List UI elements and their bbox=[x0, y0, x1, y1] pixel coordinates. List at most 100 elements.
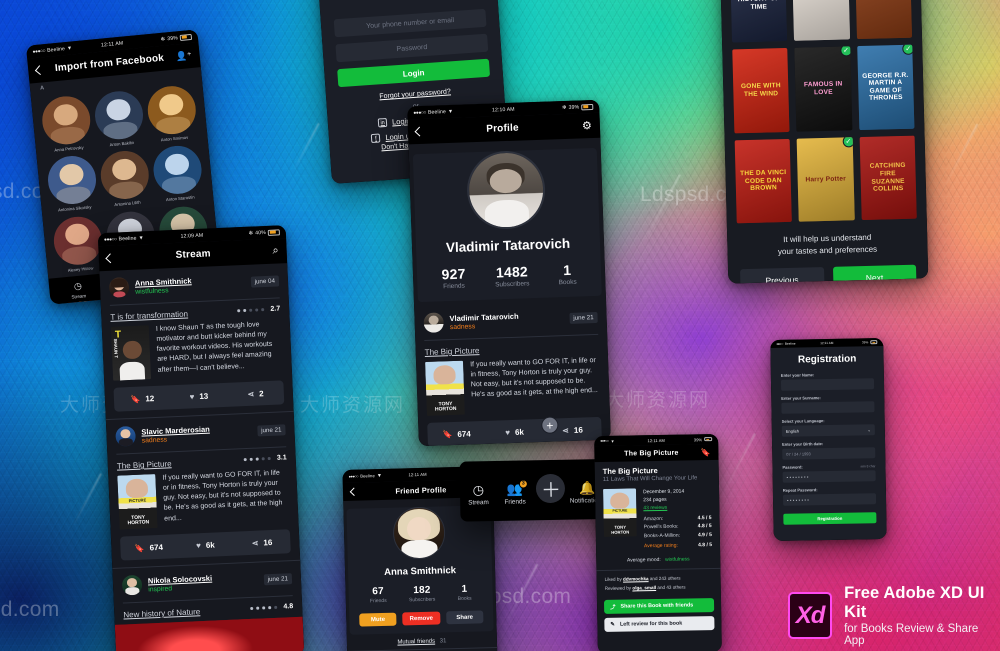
tab-stream[interactable]: ◷ Stream bbox=[63, 281, 94, 301]
avatar[interactable] bbox=[465, 149, 547, 231]
stat-value: 927 bbox=[441, 265, 466, 283]
book-meta: PICTURE TONY HORTON December 9, 2014 234 … bbox=[595, 481, 720, 551]
bookmark-action[interactable]: 🔖 674 bbox=[427, 428, 485, 439]
post-book-title[interactable]: New history of Nature bbox=[123, 607, 200, 619]
friend-item[interactable]: Antonina Sikorsky bbox=[45, 154, 99, 214]
avatar[interactable] bbox=[45, 154, 99, 207]
avatar[interactable] bbox=[115, 425, 137, 447]
phone-stream: ●●●○○ Beeline ▼ 12:09 AM ✻ 40% Stream ⌕ bbox=[97, 225, 305, 651]
bookmark-action[interactable]: 🔖 12 bbox=[114, 393, 171, 404]
friend-item[interactable]: ✓ Antonina Lilith bbox=[98, 149, 152, 209]
book-card[interactable]: GEORGE R.R. MARTIN A GAME OF THRONES ✓ bbox=[856, 44, 915, 130]
friend-item[interactable]: ✓ Alexey Hitrow bbox=[51, 214, 105, 274]
stream-post: Slavic Marderosian sadness june 21 The B… bbox=[106, 412, 300, 568]
add-person-icon[interactable]: 👤⁺ bbox=[175, 50, 192, 62]
book-cover[interactable]: TONY HORTON bbox=[425, 360, 465, 416]
book-card[interactable]: FAMOUS IN LOVE ✓ bbox=[794, 46, 853, 132]
book-card[interactable]: CATCHING FIRE SUZANNE COLLINS bbox=[859, 135, 917, 221]
avatar[interactable]: ✓ bbox=[98, 149, 151, 202]
book-cover[interactable]: PICTURE TONY HORTON bbox=[117, 474, 158, 530]
bookmark-icon: 🔖 bbox=[130, 394, 141, 404]
book-cover[interactable]: T SHAUN T bbox=[110, 325, 152, 381]
post-excerpt: I know Shaun T as the tough love motivat… bbox=[155, 321, 273, 374]
post-date: june 21 bbox=[569, 311, 598, 324]
add-plus-button[interactable]: ＋ bbox=[536, 473, 566, 504]
phone-or-email-field[interactable]: Your phone number or email bbox=[333, 8, 487, 38]
book-header: The Big Picture 11 Laws That Will Change… bbox=[595, 460, 719, 483]
avatar[interactable] bbox=[121, 574, 143, 596]
checkmark-icon: ✓ bbox=[902, 44, 915, 55]
stat-value: 1 bbox=[562, 261, 572, 279]
stat-value: 1 bbox=[461, 583, 468, 595]
bookmark-action[interactable]: 🔖 674 bbox=[120, 542, 177, 553]
brand-subtitle: for Books Review & Share App bbox=[844, 623, 979, 647]
friend-item[interactable]: ✓ Anton Smirnov bbox=[145, 83, 199, 144]
friend-item[interactable]: Anton Bakilin bbox=[92, 89, 146, 149]
password-field[interactable]: Password bbox=[335, 33, 489, 63]
share-action[interactable]: ⋖ 2 bbox=[227, 388, 284, 399]
post-book-title[interactable]: The Big Picture bbox=[425, 342, 599, 357]
wifi-icon: ▼ bbox=[447, 108, 454, 115]
reviewed-user-link[interactable]: olga_small bbox=[632, 585, 656, 590]
book-cover[interactable]: PICTURE TONY HORTON bbox=[603, 488, 637, 537]
surname-field[interactable] bbox=[781, 401, 875, 414]
tab-stream[interactable]: ◷ Stream bbox=[463, 482, 493, 507]
avatar[interactable]: ✓ bbox=[145, 83, 198, 137]
password-label: Password: bbox=[782, 464, 803, 470]
stat-label: Subscribers bbox=[495, 280, 530, 289]
mute-button[interactable]: Mute bbox=[359, 612, 397, 627]
search-icon[interactable]: ⌕ bbox=[272, 244, 279, 257]
book-card[interactable]: THE DA VINCI CODE DAN BROWN bbox=[734, 138, 793, 224]
stat-label: Books bbox=[457, 595, 472, 603]
review-icon: ✎ bbox=[610, 622, 615, 629]
login-button[interactable]: Login bbox=[337, 58, 491, 88]
watermark-cn: 大师资源网 bbox=[605, 389, 711, 411]
avatar[interactable] bbox=[392, 506, 446, 560]
previous-button[interactable]: Previous bbox=[740, 267, 825, 284]
heart-icon: ♥ bbox=[189, 391, 195, 401]
avatar[interactable]: ✓ bbox=[40, 94, 93, 147]
xd-logo-icon: Xd bbox=[788, 592, 833, 639]
like-action[interactable]: ♥ 13 bbox=[170, 390, 227, 401]
rating: 2.7 bbox=[237, 305, 280, 314]
tab-friends[interactable]: 👥 3 Friends bbox=[500, 478, 530, 506]
liked-user-link[interactable]: ddvmochka bbox=[623, 576, 649, 581]
friend-item[interactable]: ✓ Anna Petrovsky bbox=[40, 94, 93, 154]
bluetooth-icon: ✻ bbox=[248, 230, 254, 237]
phone-registration: ●●●○○ Beeline 12:11 AM 39% Registration … bbox=[770, 338, 887, 541]
name-label: Enter your Name: bbox=[780, 372, 815, 378]
book-card[interactable] bbox=[792, 0, 850, 41]
share-book-button[interactable]: ⤴ Share this Book with friends bbox=[603, 598, 715, 615]
share-action[interactable]: ⋖ 16 bbox=[234, 537, 291, 548]
share-button[interactable]: Share bbox=[445, 610, 484, 625]
book-title: FAMOUS IN LOVE bbox=[803, 80, 843, 96]
registration-submit-button[interactable]: Registration bbox=[783, 512, 877, 525]
post-book-title[interactable]: T is for transformation bbox=[110, 309, 188, 321]
like-action[interactable]: ♥ 6k bbox=[177, 539, 234, 550]
password-field[interactable]: •••••••• bbox=[782, 470, 876, 483]
avatar[interactable]: ✓ bbox=[51, 214, 104, 267]
remove-button[interactable]: Remove bbox=[402, 611, 441, 626]
avatar[interactable] bbox=[108, 276, 130, 298]
book-card[interactable]: Harry Potter ✓ bbox=[796, 136, 855, 223]
rating: 4.8 bbox=[250, 603, 293, 612]
post-book-title[interactable]: The Big Picture bbox=[117, 459, 172, 470]
left-review-button[interactable]: ✎ Left review for this book bbox=[604, 616, 715, 633]
birthdate-field[interactable]: 07 / 24 / 1993 bbox=[782, 447, 876, 460]
avatar[interactable] bbox=[151, 143, 204, 197]
name-field[interactable] bbox=[780, 378, 875, 391]
book-card[interactable] bbox=[854, 0, 912, 39]
repeat-password-field[interactable]: •••••••• bbox=[782, 493, 877, 506]
book-card[interactable]: GONE WITH THE WIND bbox=[732, 47, 790, 134]
like-action[interactable]: ♥ 6k bbox=[485, 426, 543, 437]
book-title: THE DA VINCI CODE DAN BROWN bbox=[740, 169, 787, 193]
friend-item[interactable]: Anton Starostin bbox=[151, 143, 204, 204]
language-select[interactable]: English ⌄ bbox=[781, 424, 875, 437]
avatar[interactable] bbox=[92, 89, 146, 142]
book-card[interactable]: A BRIEF HISTORY OF TIME bbox=[729, 0, 788, 43]
bookmark-icon[interactable]: 🔖 bbox=[700, 448, 710, 457]
gear-icon[interactable]: ⚙ bbox=[582, 119, 592, 132]
facebook-icon: f bbox=[371, 133, 381, 144]
avatar[interactable] bbox=[423, 312, 445, 334]
rating-row: Books-A-Million: 4.9 / 5 bbox=[643, 531, 712, 539]
